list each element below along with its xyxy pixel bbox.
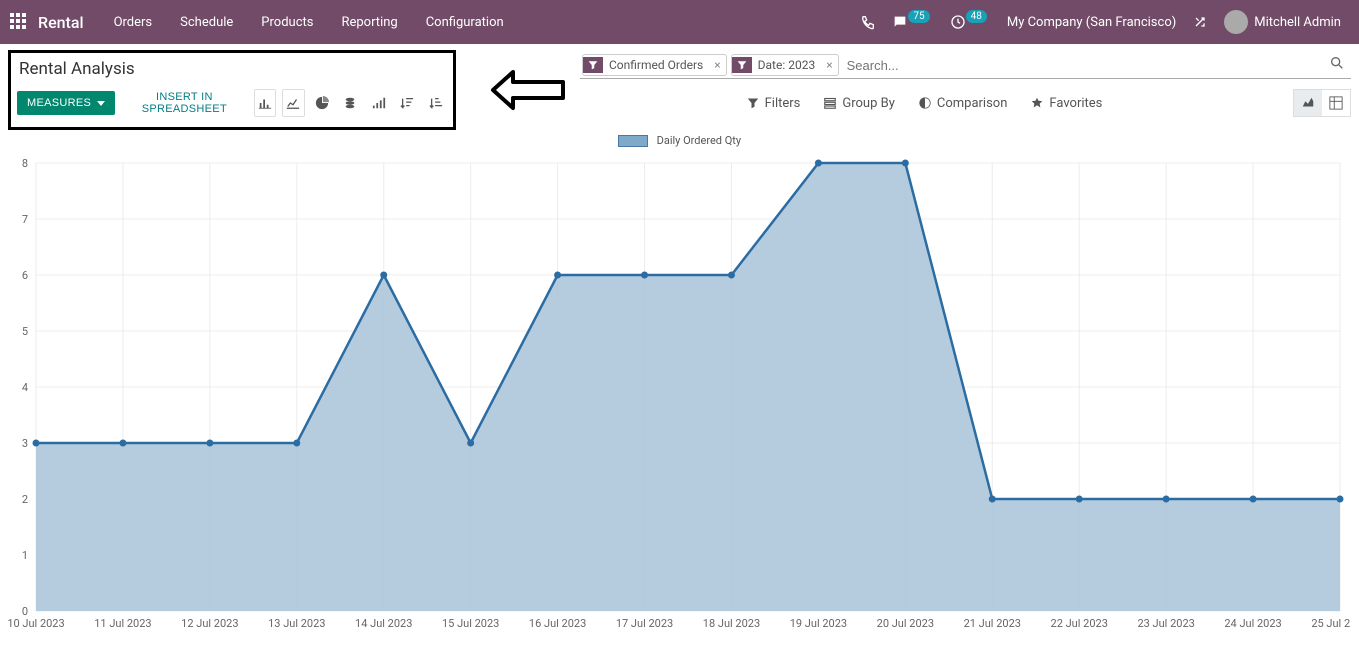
facet-close-icon[interactable]: ×: [709, 58, 725, 72]
svg-text:24 Jul 2023: 24 Jul 2023: [1224, 617, 1281, 630]
filters-button[interactable]: Filters: [747, 96, 801, 111]
clock-icon[interactable]: 48: [950, 14, 991, 30]
measures-label: MEASURES: [27, 97, 91, 109]
nav-reporting[interactable]: Reporting: [341, 15, 397, 30]
measures-button[interactable]: MEASURES: [17, 91, 115, 115]
area-chart[interactable]: 01234567810 Jul 202311 Jul 202312 Jul 20…: [6, 157, 1350, 637]
nav-configuration[interactable]: Configuration: [426, 15, 504, 30]
svg-text:21 Jul 2023: 21 Jul 2023: [964, 617, 1021, 630]
svg-text:12 Jul 2023: 12 Jul 2023: [181, 617, 238, 630]
svg-text:22 Jul 2023: 22 Jul 2023: [1051, 617, 1108, 630]
groupby-label: Group By: [842, 96, 895, 111]
svg-text:14 Jul 2023: 14 Jul 2023: [355, 617, 412, 630]
view-switcher: [1293, 89, 1351, 117]
toolbar: MEASURES INSERT IN SPREADSHEET: [17, 85, 447, 121]
svg-text:25 Jul 2023: 25 Jul 2023: [1311, 617, 1350, 630]
filter-icon: [732, 57, 752, 73]
svg-text:19 Jul 2023: 19 Jul 2023: [790, 617, 847, 630]
user-name: Mitchell Admin: [1254, 15, 1341, 30]
search-icon[interactable]: [1325, 55, 1349, 75]
svg-text:1: 1: [22, 549, 28, 562]
svg-text:20 Jul 2023: 20 Jul 2023: [877, 617, 934, 630]
apps-icon[interactable]: [10, 13, 28, 31]
svg-text:23 Jul 2023: 23 Jul 2023: [1137, 617, 1194, 630]
facet-label: Confirmed Orders: [603, 55, 709, 75]
bar-chart-icon[interactable]: [254, 89, 276, 117]
annotation-arrow: [468, 50, 568, 112]
svg-text:5: 5: [22, 325, 28, 338]
pivot-view-icon[interactable]: [1322, 90, 1350, 116]
search-col: Confirmed Orders × Date: 2023 × Filters: [580, 50, 1351, 117]
module-brand[interactable]: Rental: [38, 13, 84, 32]
groupby-button[interactable]: Group By: [824, 96, 895, 111]
svg-text:15 Jul 2023: 15 Jul 2023: [442, 617, 499, 630]
svg-text:3: 3: [22, 437, 28, 450]
filter-row: Filters Group By Comparison Favorites: [580, 89, 1351, 117]
tools-icon[interactable]: [1192, 14, 1208, 30]
svg-text:11 Jul 2023: 11 Jul 2023: [94, 617, 151, 630]
caret-down-icon: [97, 101, 105, 106]
svg-text:2: 2: [22, 493, 28, 506]
svg-text:8: 8: [22, 157, 28, 170]
comparison-label: Comparison: [937, 96, 1008, 111]
phone-icon[interactable]: [860, 14, 876, 30]
svg-text:10 Jul 2023: 10 Jul 2023: [7, 617, 64, 630]
svg-text:13 Jul 2023: 13 Jul 2023: [268, 617, 325, 630]
comparison-button[interactable]: Comparison: [919, 96, 1008, 111]
page-title: Rental Analysis: [17, 57, 447, 79]
chat-badge: 75: [908, 10, 929, 23]
stacked-icon[interactable]: [339, 89, 361, 117]
nav-items: Orders Schedule Products Reporting Confi…: [114, 15, 504, 30]
nav-orders[interactable]: Orders: [114, 15, 153, 30]
avatar: [1224, 10, 1248, 34]
facet-date[interactable]: Date: 2023 ×: [731, 54, 839, 76]
favorites-label: Favorites: [1049, 96, 1102, 111]
legend-swatch: [618, 135, 648, 147]
favorites-button[interactable]: Favorites: [1031, 96, 1102, 111]
control-row: Rental Analysis MEASURES INSERT IN SPREA…: [0, 44, 1359, 130]
facet-close-icon[interactable]: ×: [821, 58, 837, 72]
sort-asc-icon[interactable]: [425, 89, 447, 117]
chart-area: 01234567810 Jul 202311 Jul 202312 Jul 20…: [6, 157, 1350, 657]
user-menu[interactable]: Mitchell Admin: [1224, 10, 1341, 34]
search-bar: Confirmed Orders × Date: 2023 ×: [580, 52, 1351, 79]
filter-icon: [583, 57, 603, 73]
chart-legend: Daily Ordered Qty: [0, 130, 1359, 151]
svg-text:18 Jul 2023: 18 Jul 2023: [703, 617, 760, 630]
search-input[interactable]: [843, 55, 1321, 76]
svg-text:17 Jul 2023: 17 Jul 2023: [616, 617, 673, 630]
graph-view-icon[interactable]: [1294, 90, 1322, 116]
legend-label: Daily Ordered Qty: [657, 134, 741, 147]
top-nav: Rental Orders Schedule Products Reportin…: [0, 0, 1359, 44]
pie-chart-icon[interactable]: [311, 89, 333, 117]
facet-confirmed-orders[interactable]: Confirmed Orders ×: [582, 54, 727, 76]
svg-text:7: 7: [22, 213, 28, 226]
svg-text:16 Jul 2023: 16 Jul 2023: [529, 617, 586, 630]
clock-badge: 48: [966, 10, 987, 23]
nav-products[interactable]: Products: [261, 15, 313, 30]
signal-icon[interactable]: [368, 89, 390, 117]
company-switcher[interactable]: My Company (San Francisco): [1007, 15, 1176, 30]
filters-label: Filters: [765, 96, 801, 111]
chat-icon[interactable]: 75: [892, 14, 933, 30]
sort-desc-icon[interactable]: [396, 89, 418, 117]
svg-text:6: 6: [22, 269, 28, 282]
nav-schedule[interactable]: Schedule: [180, 15, 233, 30]
insert-spreadsheet-button[interactable]: INSERT IN SPREADSHEET: [121, 85, 247, 121]
line-chart-icon[interactable]: [282, 89, 304, 117]
facet-label: Date: 2023: [752, 55, 822, 75]
highlight-box: Rental Analysis MEASURES INSERT IN SPREA…: [8, 50, 456, 130]
svg-text:4: 4: [22, 381, 28, 394]
